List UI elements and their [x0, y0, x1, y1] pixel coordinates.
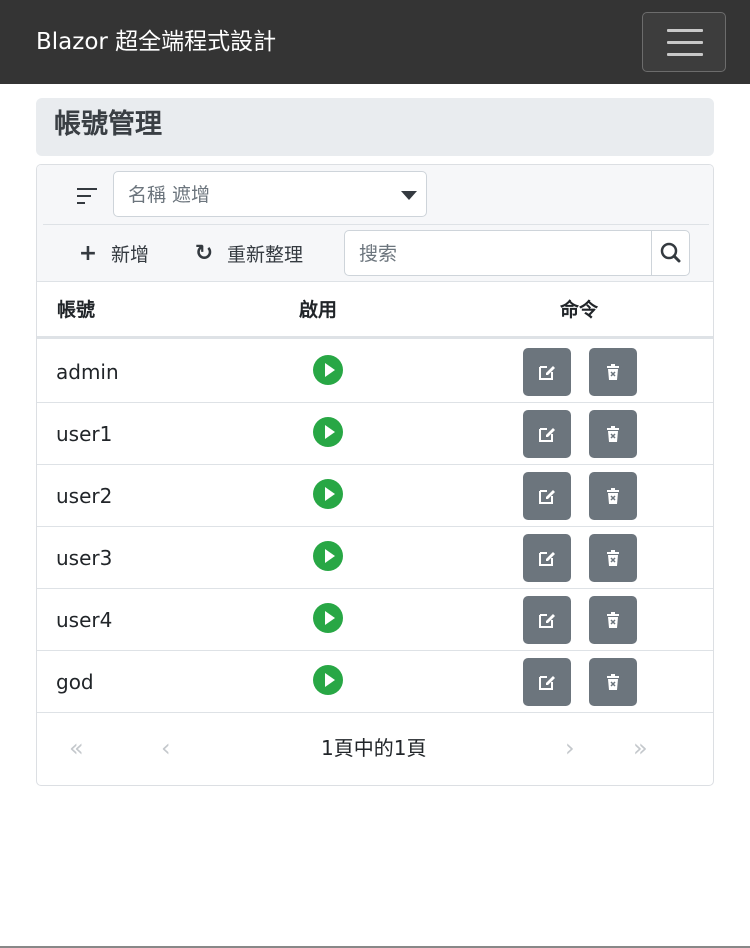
edit-button[interactable]	[523, 410, 571, 458]
edit-icon	[539, 676, 555, 690]
trash-icon	[607, 364, 619, 380]
search-placeholder: 搜索	[359, 243, 398, 265]
next-page-button[interactable]: ›	[565, 734, 575, 762]
trash-icon	[607, 612, 619, 628]
edit-button[interactable]	[523, 596, 571, 644]
page-indicator: 1頁中的1頁	[321, 736, 427, 760]
account-name: admin	[56, 360, 119, 384]
navbar-brand[interactable]: Blazor 超全端程式設計	[36, 26, 276, 58]
last-page-button[interactable]: »	[633, 734, 648, 762]
pager: « ‹ 1頁中的1頁 › »	[37, 712, 713, 785]
navbar-toggler-button[interactable]	[642, 12, 726, 72]
search-input[interactable]: 搜索	[344, 230, 690, 276]
enabled-play-icon[interactable]	[313, 355, 343, 385]
table-row: user4	[37, 589, 713, 651]
navbar: Blazor 超全端程式設計	[0, 0, 750, 84]
edit-icon	[539, 428, 555, 442]
grid-toolbar: 名稱 遮增 + 新增 ↻ 重新整理 搜索	[37, 165, 713, 282]
account-name: user2	[56, 484, 113, 508]
search-icon	[660, 242, 681, 263]
column-header-account[interactable]: 帳號	[57, 298, 95, 322]
edit-icon	[539, 614, 555, 628]
search-button[interactable]	[651, 231, 689, 275]
delete-button[interactable]	[589, 348, 637, 396]
enabled-play-icon[interactable]	[313, 603, 343, 633]
delete-button[interactable]	[589, 410, 637, 458]
page-header: 帳號管理	[36, 98, 714, 156]
table-row: user2	[37, 465, 713, 527]
delete-button[interactable]	[589, 472, 637, 520]
plus-icon: +	[78, 240, 98, 266]
trash-icon	[607, 550, 619, 566]
trash-icon	[607, 426, 619, 442]
edit-icon	[539, 552, 555, 566]
account-grid-card: 名稱 遮增 + 新增 ↻ 重新整理 搜索 帳號 啟用 命令 admin user1…	[36, 164, 714, 786]
account-name: user1	[56, 422, 113, 446]
edit-icon	[539, 366, 555, 380]
edit-icon	[539, 490, 555, 504]
first-page-button[interactable]: «	[69, 734, 84, 762]
edit-button[interactable]	[523, 534, 571, 582]
account-name: user4	[56, 608, 113, 632]
chevron-down-icon	[401, 191, 417, 200]
delete-button[interactable]	[589, 658, 637, 706]
sort-icon[interactable]	[75, 185, 99, 207]
edit-button[interactable]	[523, 658, 571, 706]
hamburger-icon	[667, 53, 703, 56]
filter-select[interactable]: 名稱 遮增	[113, 171, 427, 217]
hamburger-icon	[667, 29, 703, 32]
enabled-play-icon[interactable]	[313, 479, 343, 509]
table-row: user3	[37, 527, 713, 589]
add-button[interactable]: + 新增	[77, 232, 149, 274]
enabled-play-icon[interactable]	[313, 417, 343, 447]
refresh-button-label: 重新整理	[227, 243, 304, 266]
table-row: user1	[37, 403, 713, 465]
table-header: 帳號 啟用 命令	[37, 283, 713, 339]
toolbar-divider	[43, 224, 709, 225]
delete-button[interactable]	[589, 534, 637, 582]
hamburger-icon	[667, 41, 703, 44]
account-name: god	[56, 670, 94, 694]
column-header-enabled[interactable]: 啟用	[299, 298, 337, 322]
refresh-button[interactable]: ↻ 重新整理	[193, 232, 303, 274]
page-title: 帳號管理	[54, 109, 162, 140]
trash-icon	[607, 488, 619, 504]
refresh-icon: ↻	[194, 240, 214, 266]
filter-placeholder: 名稱 遮增	[128, 184, 211, 206]
enabled-play-icon[interactable]	[313, 665, 343, 695]
add-button-label: 新增	[111, 243, 150, 266]
delete-button[interactable]	[589, 596, 637, 644]
column-header-command: 命令	[560, 299, 599, 321]
edit-button[interactable]	[523, 472, 571, 520]
table-row: god	[37, 651, 713, 713]
prev-page-button[interactable]: ‹	[161, 734, 171, 762]
enabled-play-icon[interactable]	[313, 541, 343, 571]
trash-icon	[607, 674, 619, 690]
table-row: admin	[37, 341, 713, 403]
edit-button[interactable]	[523, 348, 571, 396]
account-name: user3	[56, 546, 113, 570]
